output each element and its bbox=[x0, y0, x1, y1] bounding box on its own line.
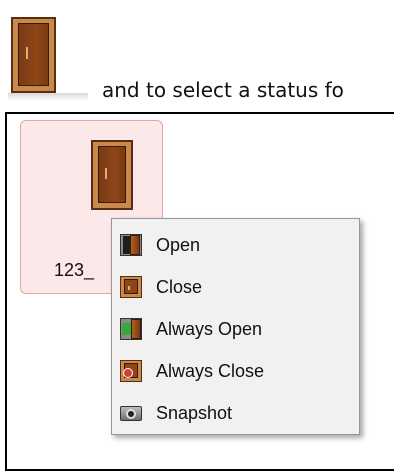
menu-item-open[interactable]: Open bbox=[120, 228, 355, 262]
door-icon bbox=[91, 140, 133, 210]
context-menu: Open Close Always Open Always Close Snap… bbox=[111, 218, 360, 435]
door-panel bbox=[98, 146, 126, 203]
camera-icon bbox=[120, 402, 142, 424]
door-handle bbox=[105, 168, 107, 179]
menu-item-label: Always Close bbox=[156, 360, 265, 381]
door-tile-label: 123_ bbox=[54, 260, 95, 280]
menu-item-always-open[interactable]: Always Open bbox=[120, 312, 355, 346]
intro-text: and to select a status fo bbox=[102, 78, 344, 102]
menu-item-always-close[interactable]: Always Close bbox=[120, 354, 355, 388]
door-open-icon bbox=[120, 234, 142, 256]
menu-item-close[interactable]: Close bbox=[120, 270, 355, 304]
door-handle bbox=[26, 47, 28, 59]
menu-item-snapshot[interactable]: Snapshot bbox=[120, 396, 355, 430]
menu-item-label: Open bbox=[156, 234, 201, 255]
door-always-close-icon bbox=[120, 360, 142, 382]
door-always-open-icon bbox=[120, 318, 142, 340]
door-icon bbox=[11, 17, 56, 93]
menu-item-label: Snapshot bbox=[156, 402, 233, 423]
door-panel bbox=[18, 23, 49, 86]
door-illustration bbox=[0, 0, 88, 102]
menu-item-label: Close bbox=[156, 276, 203, 297]
door-close-icon bbox=[120, 276, 142, 298]
menu-item-label: Always Open bbox=[156, 318, 263, 339]
door-illustration-shadow bbox=[8, 93, 88, 101]
